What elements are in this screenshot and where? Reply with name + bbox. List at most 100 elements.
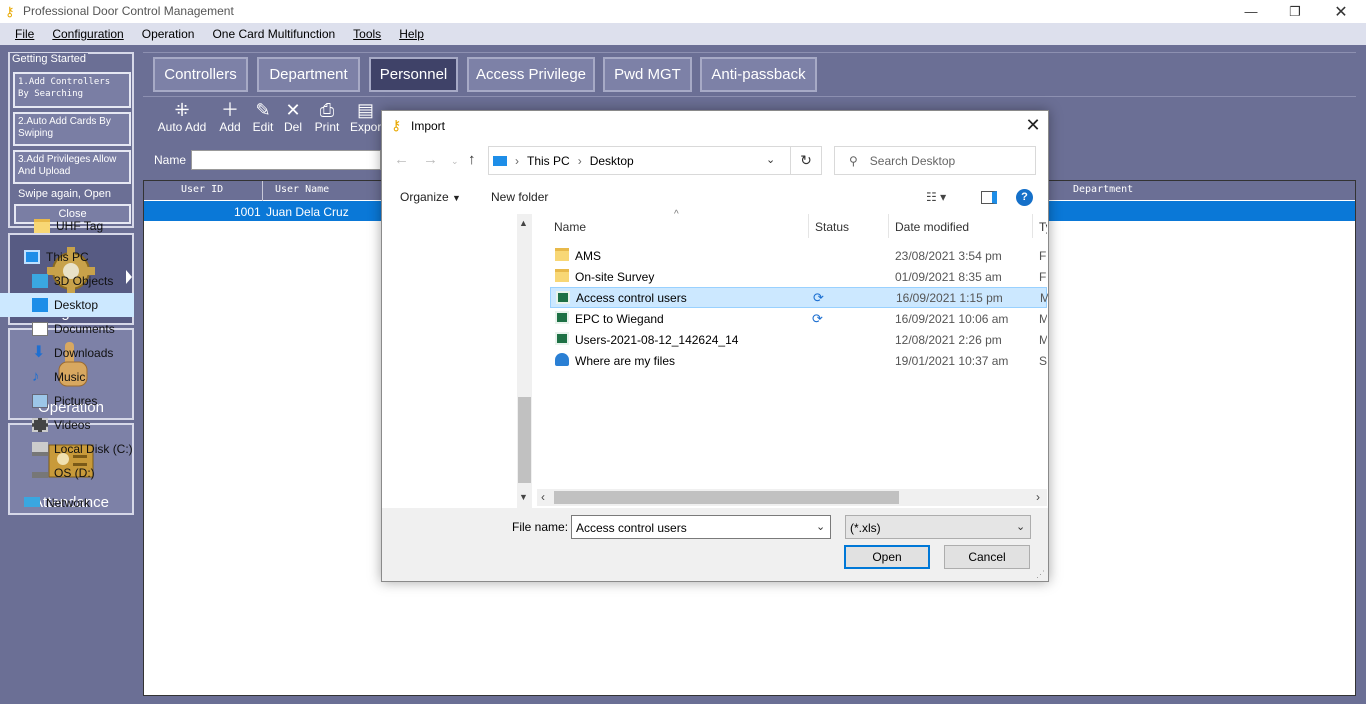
tab-personnel[interactable]: Personnel — [369, 57, 458, 92]
menu-one-card[interactable]: One Card Multifunction — [212, 27, 335, 41]
film-icon — [32, 418, 48, 432]
search-icon: ⚲ — [849, 153, 858, 168]
tree-item-desktop[interactable]: Desktop — [0, 293, 134, 317]
column-type[interactable]: Ty — [1039, 220, 1047, 234]
col-user-id[interactable]: User ID — [181, 184, 223, 195]
tree-label: Pictures — [54, 394, 98, 408]
tab-access-privilege[interactable]: Access Privilege — [467, 57, 595, 92]
back-icon[interactable]: ← — [394, 151, 409, 168]
file-name-dropdown-icon[interactable]: ⌄ — [816, 520, 825, 533]
preview-pane-icon[interactable] — [981, 191, 997, 204]
file-row-on-site-survey[interactable]: On-site Survey 01/09/2021 8:35 am Fi — [550, 266, 1047, 287]
file-row-where-are-my-files[interactable]: Where are my files 19/01/2021 10:37 am Sh — [550, 350, 1047, 371]
dialog-close-icon[interactable]: ✕ — [1019, 112, 1047, 138]
column-divider — [808, 214, 809, 238]
step-add-controllers-button[interactable]: 1.Add Controllers By Searching — [13, 72, 131, 108]
tree-label: Desktop — [54, 298, 99, 312]
tree-item-music[interactable]: ♪ Music — [0, 365, 134, 389]
tree-item-downloads[interactable]: ⬇ Downloads — [0, 341, 134, 365]
pc-icon — [493, 155, 507, 166]
scroll-left-icon[interactable]: ‹ — [541, 490, 545, 504]
refresh-icon[interactable]: ↻ — [790, 147, 821, 174]
open-button[interactable]: Open — [844, 545, 930, 569]
col-department[interactable]: Department — [1073, 184, 1133, 195]
cube-icon — [32, 274, 48, 288]
tree-item-pictures[interactable]: Pictures — [0, 389, 134, 413]
cell-user-id: 1001 — [234, 205, 261, 219]
add-button[interactable]: ＋ Add — [216, 100, 244, 134]
tab-pwd-mgt[interactable]: Pwd MGT — [603, 57, 692, 92]
tree-item-this-pc[interactable]: This PC — [0, 245, 134, 269]
minimize-icon[interactable]: — — [1228, 0, 1274, 23]
file-type: Sh — [1039, 353, 1047, 368]
step-auto-add-cards-button[interactable]: 2.Auto Add Cards By Swiping — [13, 112, 131, 146]
file-name: Users-2021-08-12_142624_14 — [575, 332, 739, 347]
sync-icon: ⟳ — [813, 289, 824, 305]
tree-scroll-thumb[interactable] — [518, 397, 531, 483]
menu-file[interactable]: File — [15, 27, 34, 41]
document-icon — [32, 322, 48, 336]
column-date-modified[interactable]: Date modified — [895, 220, 969, 234]
up-icon[interactable]: ↑ — [468, 151, 476, 168]
scroll-up-icon[interactable]: ▲ — [519, 218, 528, 228]
step-add-privileges-button[interactable]: 3.Add Privileges Allow And Upload — [13, 150, 131, 184]
help-icon[interactable]: ? — [1016, 189, 1033, 206]
cancel-button[interactable]: Cancel — [944, 545, 1030, 569]
onedrive-shortcut-icon — [555, 353, 569, 366]
forward-icon[interactable]: → — [423, 151, 438, 168]
export-button[interactable]: ▤ Expor — [350, 100, 381, 134]
file-type-dropdown-icon[interactable]: ⌄ — [1016, 520, 1025, 533]
menu-operation[interactable]: Operation — [142, 27, 195, 41]
auto-add-button[interactable]: ⁜ Auto Add — [154, 100, 210, 134]
address-dropdown-icon[interactable]: ⌄ — [766, 153, 775, 166]
organize-button[interactable]: Organize ▼ — [400, 190, 461, 204]
col-user-name[interactable]: User Name — [275, 184, 329, 195]
tree-item-3d-objects[interactable]: 3D Objects — [0, 269, 134, 293]
file-list-hscroll-thumb[interactable] — [554, 491, 899, 504]
tree-item-videos[interactable]: Videos — [0, 413, 134, 437]
excel-file-icon — [555, 332, 569, 345]
tree-item-os-d[interactable]: OS (D:) — [0, 461, 134, 485]
menu-tools[interactable]: Tools — [353, 27, 381, 41]
tab-anti-passback[interactable]: Anti-passback — [700, 57, 817, 92]
excel-file-icon — [556, 291, 570, 304]
tree-label: Downloads — [54, 346, 114, 360]
search-box[interactable]: ⚲ Search Desktop — [834, 146, 1036, 175]
tree-item-documents[interactable]: Documents — [0, 317, 134, 341]
menu-help[interactable]: Help — [399, 27, 424, 41]
file-row-ams[interactable]: AMS 23/08/2021 3:54 pm Fi — [550, 245, 1047, 266]
breadcrumb-desktop[interactable]: Desktop — [590, 154, 634, 168]
new-folder-button[interactable]: New folder — [491, 190, 548, 204]
recent-dropdown-icon[interactable]: ⌄ — [451, 156, 459, 167]
view-options-icon[interactable]: ☷ ▾ — [926, 190, 946, 204]
name-filter-label: Name — [154, 153, 187, 167]
close-window-icon[interactable]: ✕ — [1318, 0, 1364, 23]
delete-button[interactable]: ✕ Del — [282, 100, 304, 134]
restore-icon[interactable]: ❐ — [1272, 0, 1318, 23]
file-row-users-export[interactable]: Users-2021-08-12_142624_14 12/08/2021 2:2… — [550, 329, 1047, 350]
file-type: Fi — [1039, 248, 1047, 263]
tree-item-local-disk[interactable]: Local Disk (C:) — [0, 437, 134, 461]
name-filter-input[interactable] — [191, 150, 381, 170]
tree-item-network[interactable]: Network — [0, 493, 134, 508]
tab-controllers[interactable]: Controllers — [153, 57, 248, 92]
getting-started-title: Getting Started — [10, 53, 88, 65]
tree-item-uhf-tag[interactable]: UHF Tag — [0, 214, 134, 238]
file-type-select[interactable]: (*.xls) — [845, 515, 1031, 539]
menu-configuration[interactable]: Configuration — [52, 27, 123, 41]
pc-icon — [24, 250, 40, 264]
breadcrumb-this-pc[interactable]: This PC — [527, 154, 570, 168]
file-row-access-control-users[interactable]: Access control users ⟳ 16/09/2021 1:15 pm M — [550, 287, 1048, 308]
column-name[interactable]: Name — [554, 220, 586, 234]
scroll-right-icon[interactable]: › — [1036, 490, 1040, 504]
print-button[interactable]: ⎙ Print — [312, 100, 342, 134]
file-name-input[interactable]: Access control users — [571, 515, 831, 539]
resize-grip-icon[interactable]: ⋰ — [1036, 569, 1045, 580]
edit-button[interactable]: ✎ Edit — [250, 100, 276, 134]
file-row-epc-to-wiegand[interactable]: EPC to Wiegand ⟳ 16/09/2021 10:06 am M — [550, 308, 1047, 329]
printer-icon: ⎙ — [319, 100, 335, 120]
search-placeholder: Search Desktop — [869, 153, 956, 168]
tab-department[interactable]: Department — [257, 57, 360, 92]
column-status[interactable]: Status — [815, 220, 849, 234]
scroll-down-icon[interactable]: ▼ — [519, 492, 528, 502]
